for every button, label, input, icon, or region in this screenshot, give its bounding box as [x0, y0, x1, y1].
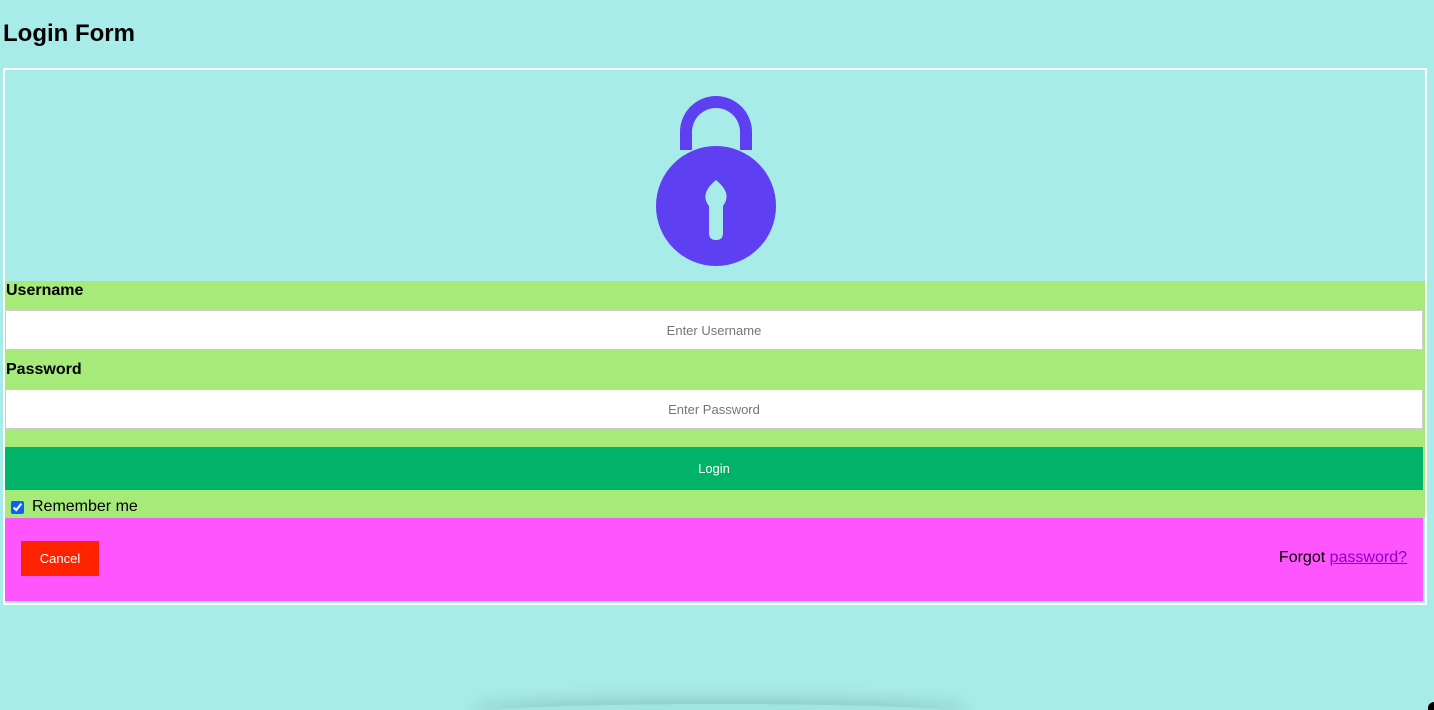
password-input[interactable] [5, 389, 1423, 429]
page-title: Login Form [3, 20, 135, 47]
forgot-password-text: Forgot password? [1279, 549, 1407, 567]
bottom-shadow [470, 704, 970, 710]
form-fields-section: Username Password Login Remember me [5, 281, 1425, 518]
remember-me-checkbox[interactable] [11, 500, 24, 514]
lock-icon [656, 96, 776, 266]
image-container [5, 70, 1425, 281]
remember-me-row: Remember me [9, 497, 138, 517]
login-form-container: Username Password Login Remember me Canc… [3, 68, 1427, 605]
forgot-password-link[interactable]: password? [1330, 549, 1407, 566]
username-input[interactable] [5, 310, 1423, 350]
forgot-label: Forgot [1278, 549, 1326, 566]
login-page: Login Form Username Password Login Remem… [0, 0, 1434, 710]
cancel-button[interactable]: Cancel [21, 541, 99, 576]
username-label: Username [6, 282, 84, 299]
form-footer: Cancel Forgot password? [5, 518, 1423, 601]
password-label: Password [6, 361, 82, 378]
remember-me-label: Remember me [32, 498, 138, 515]
window-corner [1428, 702, 1434, 710]
login-button[interactable]: Login [5, 447, 1423, 490]
